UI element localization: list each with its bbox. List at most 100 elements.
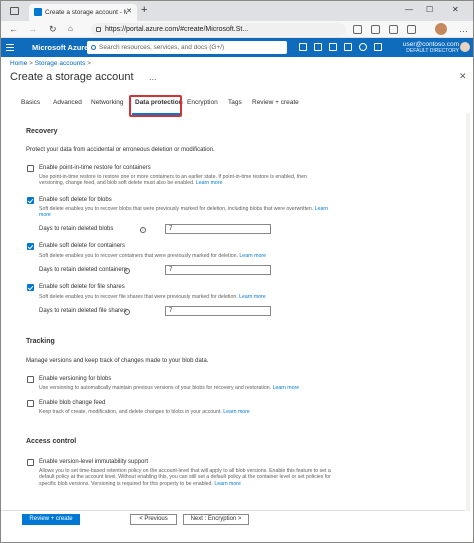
recovery-intro: Protect your data from accidental or err… xyxy=(26,147,215,153)
container-soft-delete-checkbox[interactable] xyxy=(27,243,34,250)
blob-soft-delete-checkbox[interactable] xyxy=(27,197,34,204)
search-icon xyxy=(91,45,96,50)
highlight-box xyxy=(129,95,182,117)
user-email: user@contoso.com xyxy=(402,41,459,48)
immutability-checkbox[interactable] xyxy=(27,459,34,466)
immutability-help: Allows you to set time-based retention p… xyxy=(39,468,331,487)
tab-actions-icon[interactable] xyxy=(10,7,19,15)
share-soft-delete-help: Soft delete enables you to recover file … xyxy=(39,294,331,300)
read-aloud-icon[interactable] xyxy=(353,25,362,34)
tab-networking[interactable]: Networking xyxy=(91,99,124,106)
breadcrumb-separator-2: > xyxy=(87,60,91,67)
breadcrumb: Home > Storage accounts > xyxy=(10,60,91,67)
url-text: https://portal.azure.com/#create/Microso… xyxy=(105,26,249,33)
change-feed-learn-more-link[interactable]: Learn more xyxy=(223,409,250,415)
previous-button[interactable]: < Previous xyxy=(130,514,177,525)
blob-soft-delete-label: Enable soft delete for blobs xyxy=(39,197,112,203)
favorites-star-icon[interactable] xyxy=(371,25,380,34)
user-directory: DEFAULT DIRECTORY xyxy=(406,48,459,54)
share-soft-delete-help-text: Soft delete enables you to recover file … xyxy=(39,294,238,300)
share-soft-delete-label: Enable soft delete for file shares xyxy=(39,284,125,290)
browser-tab[interactable]: Create a storage account - Micro ✕ xyxy=(29,4,137,21)
immutability-help-text: Allows you to set time-based retention p… xyxy=(39,468,331,487)
settings-gear-icon[interactable] xyxy=(344,43,352,51)
feedback-icon[interactable] xyxy=(374,43,382,51)
container-soft-delete-learn-more-link[interactable]: Learn more xyxy=(239,253,266,259)
versioning-learn-more-link[interactable]: Learn more xyxy=(273,385,300,391)
access-control-heading: Access control xyxy=(26,438,77,445)
azure-favicon-icon xyxy=(34,8,42,16)
next-encryption-button[interactable]: Next : Encryption > xyxy=(183,514,249,525)
directory-filter-icon[interactable] xyxy=(314,43,322,51)
tab-title: Create a storage account - Micro xyxy=(45,9,127,16)
blob-soft-delete-help: Soft delete enables you to recover blobs… xyxy=(39,206,331,219)
pitr-help-text: Use point-in-time restore to restore one… xyxy=(39,174,307,187)
global-search-input[interactable]: Search resources, services, and docs (G+… xyxy=(87,41,287,54)
versioning-help-text: Use versioning to automatically maintain… xyxy=(39,385,272,391)
new-tab-icon[interactable]: + xyxy=(141,4,147,16)
portal-menu-icon[interactable] xyxy=(6,44,14,51)
account-info[interactable]: user@contoso.com DEFAULT DIRECTORY xyxy=(403,41,459,55)
pitr-label: Enable point-in-time restore for contain… xyxy=(39,165,151,171)
extensions-icon[interactable] xyxy=(407,25,416,34)
browser-profile-avatar[interactable] xyxy=(435,23,447,35)
immutability-label: Enable version-level immutability suppor… xyxy=(39,459,149,465)
home-icon[interactable]: ⌂ xyxy=(68,24,73,33)
page-title: Create a storage account xyxy=(10,71,134,83)
container-soft-delete-help-text: Soft delete enables you to recover conta… xyxy=(39,253,238,259)
search-placeholder: Search resources, services, and docs (G+… xyxy=(99,44,225,51)
window-close-icon[interactable]: ✕ xyxy=(452,5,459,14)
breadcrumb-separator: > xyxy=(29,60,33,67)
cloud-shell-icon[interactable] xyxy=(299,43,307,51)
breadcrumb-storage-accounts[interactable]: Storage accounts xyxy=(35,60,86,67)
tab-tags[interactable]: Tags xyxy=(228,99,242,106)
tracking-intro: Manage versions and keep track of change… xyxy=(26,358,209,364)
content-scrollbar[interactable] xyxy=(466,113,470,511)
tab-review-create[interactable]: Review + create xyxy=(252,99,299,106)
blob-retention-label: Days to retain deleted blobs xyxy=(39,226,114,232)
azure-brand[interactable]: Microsoft Azure xyxy=(32,43,88,52)
info-icon[interactable]: i xyxy=(124,268,130,274)
tab-basics[interactable]: Basics xyxy=(21,99,40,106)
help-icon[interactable] xyxy=(359,43,367,51)
container-retention-days-input[interactable]: 7 xyxy=(165,265,271,275)
browser-menu-icon[interactable]: … xyxy=(459,24,468,34)
change-feed-help-text: Keep track of create, modification, and … xyxy=(39,409,222,415)
more-options-icon[interactable]: ... xyxy=(149,72,157,82)
share-retention-label: Days to retain deleted file shares xyxy=(39,308,127,314)
collections-icon[interactable] xyxy=(389,25,398,34)
versioning-help: Use versioning to automatically maintain… xyxy=(39,385,331,391)
notifications-icon[interactable] xyxy=(329,43,337,51)
container-retention-label: Days to retain deleted containers xyxy=(39,267,127,273)
pitr-help: Use point-in-time restore to restore one… xyxy=(39,174,331,187)
reload-icon[interactable]: ↻ xyxy=(49,24,57,35)
breadcrumb-home[interactable]: Home xyxy=(10,60,27,67)
share-soft-delete-learn-more-link[interactable]: Learn more xyxy=(239,294,266,300)
blob-retention-days-input[interactable]: 7 xyxy=(165,224,271,234)
minimize-icon[interactable]: — xyxy=(405,5,413,14)
review-create-button[interactable]: Review + create xyxy=(22,514,80,525)
pitr-checkbox[interactable] xyxy=(27,165,34,172)
immutability-learn-more-link[interactable]: Learn more xyxy=(214,481,241,487)
change-feed-help: Keep track of create, modification, and … xyxy=(39,409,331,415)
tab-strip: Create a storage account - Micro ✕ + — ☐… xyxy=(1,1,473,21)
close-blade-icon[interactable]: ✕ xyxy=(459,71,467,82)
back-icon[interactable]: ← xyxy=(9,24,18,34)
share-soft-delete-checkbox[interactable] xyxy=(27,284,34,291)
url-field[interactable]: https://portal.azure.com/#create/Microso… xyxy=(91,23,346,36)
info-icon[interactable]: i xyxy=(124,309,130,315)
info-icon[interactable]: i xyxy=(140,227,146,233)
versioning-checkbox[interactable] xyxy=(27,376,34,383)
share-retention-days-input[interactable]: 7 xyxy=(165,306,271,316)
change-feed-checkbox[interactable] xyxy=(27,400,34,407)
tab-encryption[interactable]: Encryption xyxy=(187,99,218,106)
browser-window: Create a storage account - Micro ✕ + — ☐… xyxy=(0,0,474,543)
tab-close-icon[interactable]: ✕ xyxy=(126,7,132,15)
pitr-learn-more-link[interactable]: Learn more xyxy=(196,180,223,186)
maximize-icon[interactable]: ☐ xyxy=(426,5,433,14)
tab-advanced[interactable]: Advanced xyxy=(53,99,82,106)
lock-icon xyxy=(96,27,101,32)
container-soft-delete-label: Enable soft delete for containers xyxy=(39,243,126,249)
recovery-heading: Recovery xyxy=(26,128,58,135)
user-avatar[interactable] xyxy=(460,42,470,52)
